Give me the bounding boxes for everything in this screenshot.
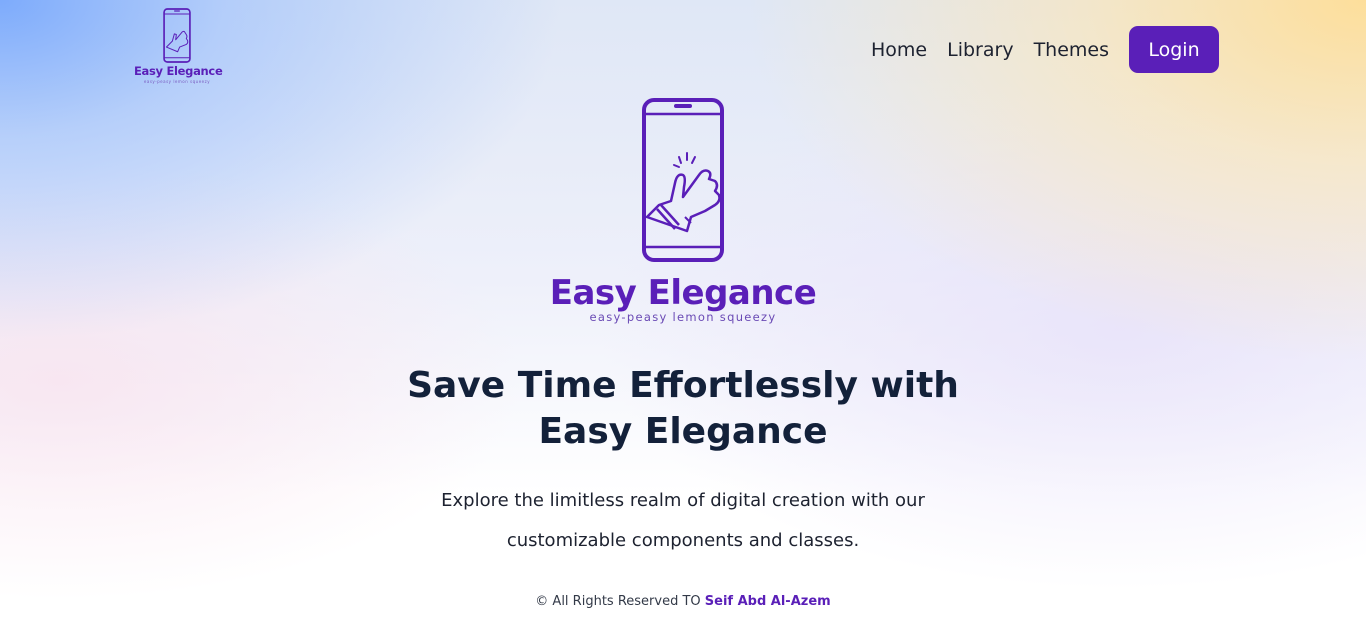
nav-library-link[interactable]: Library — [947, 39, 1013, 61]
hero-headline: Save Time Effortlessly with Easy Eleganc… — [0, 363, 1366, 455]
header-logo-tagline: easy-peasy lemon squeezy — [143, 79, 211, 84]
hero-headline-line1: Save Time Effortlessly with — [407, 365, 959, 406]
footer-author-link[interactable]: Seif Abd Al-Azem — [705, 594, 831, 609]
footer: © All Rights Reserved TO Seif Abd Al-Aze… — [0, 594, 1366, 609]
header-logo-name: Easy Elegance — [134, 64, 223, 78]
hero-logo: Easy Elegance easy-peasy lemon squeezy — [0, 97, 1366, 324]
hero-brand-name: Easy Elegance — [549, 273, 817, 313]
phone-hand-icon — [163, 8, 191, 63]
nav-themes-link[interactable]: Themes — [1034, 39, 1109, 61]
footer-rights-text: © All Rights Reserved TO — [535, 594, 705, 609]
hero-headline-line2: Easy Elegance — [538, 411, 828, 452]
phone-hand-icon — [642, 98, 724, 262]
main-nav: Home Library Themes Login — [871, 26, 1219, 73]
hero-brand-tagline: easy-peasy lemon squeezy — [589, 310, 777, 324]
header-logo[interactable]: Easy Elegance easy-peasy lemon squeezy — [134, 8, 223, 86]
hero-description: Explore the limitless realm of digital c… — [0, 481, 1366, 561]
hero-description-line2: customizable components and classes. — [506, 530, 860, 551]
hero-description-line1: Explore the limitless realm of digital c… — [441, 490, 925, 511]
login-button[interactable]: Login — [1129, 26, 1219, 73]
nav-home-link[interactable]: Home — [871, 39, 927, 61]
